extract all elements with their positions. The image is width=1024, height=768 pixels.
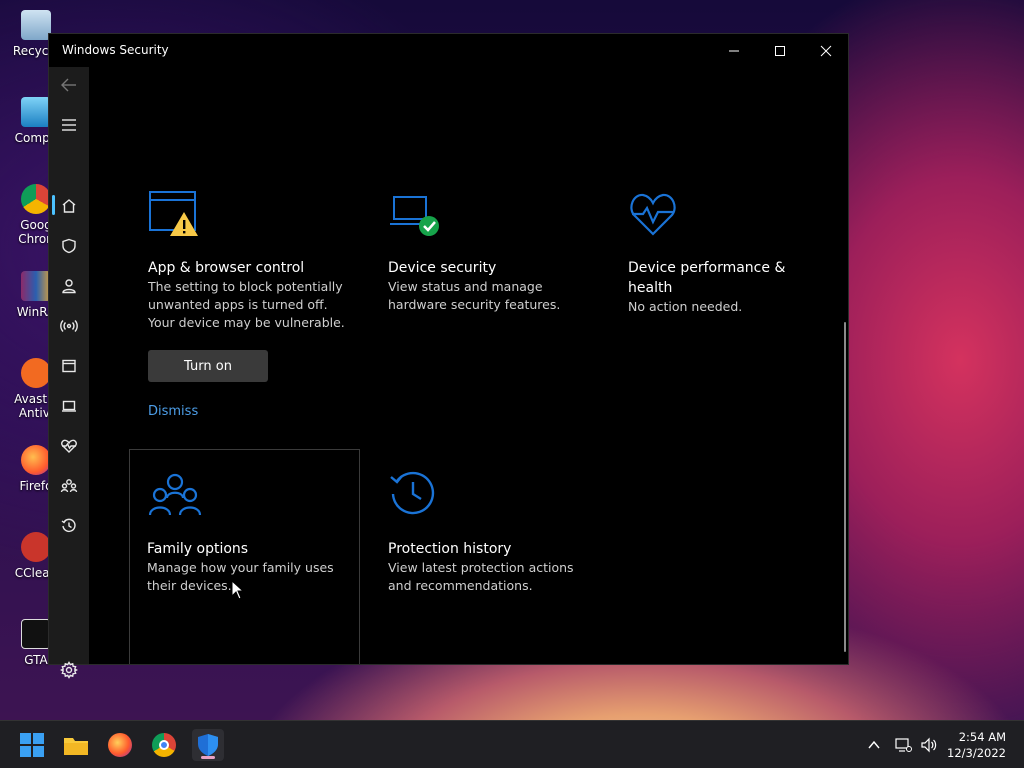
card-title: App & browser control bbox=[148, 260, 305, 276]
turn-on-button[interactable]: Turn on bbox=[148, 350, 268, 382]
taskbar-file-explorer[interactable] bbox=[60, 729, 92, 761]
clock-date: 12/3/2022 bbox=[947, 746, 1006, 760]
family-icon bbox=[148, 473, 202, 516]
heart-pulse-icon bbox=[61, 439, 77, 453]
chrome-icon bbox=[152, 733, 176, 757]
computer-icon bbox=[21, 97, 51, 127]
card-title: Family options bbox=[147, 541, 249, 557]
shield-icon bbox=[198, 734, 218, 756]
wireless-antenna-icon bbox=[60, 320, 78, 332]
maximize-button[interactable] bbox=[757, 34, 803, 67]
dismiss-link[interactable]: Dismiss bbox=[148, 404, 198, 419]
window-title: Windows Security bbox=[62, 43, 169, 57]
card-title: Device performance & health bbox=[628, 260, 786, 296]
nav-item-settings[interactable] bbox=[49, 652, 89, 688]
taskbar-windows-security[interactable] bbox=[192, 729, 224, 761]
desktop-icon-label: GTA bbox=[24, 653, 48, 667]
back-button[interactable] bbox=[49, 67, 89, 103]
taskbar-clock[interactable]: 2:54 AM 12/3/2022 bbox=[947, 729, 1006, 761]
heart-pulse-icon bbox=[630, 193, 676, 236]
laptop-check-icon bbox=[390, 196, 439, 236]
title-bar[interactable]: Windows Security bbox=[49, 34, 848, 67]
home-icon bbox=[62, 199, 76, 213]
history-clock-icon bbox=[61, 518, 76, 532]
mouse-cursor-icon bbox=[231, 580, 245, 600]
gear-icon bbox=[60, 661, 78, 679]
app-window-icon bbox=[62, 359, 76, 373]
card-title: Protection history bbox=[388, 541, 512, 557]
card-device-security[interactable]: Device security View status and manage h… bbox=[370, 67, 600, 447]
maximize-icon bbox=[775, 45, 785, 56]
card-description: Manage how your family uses their device… bbox=[147, 560, 334, 593]
app-window-warning-icon bbox=[149, 191, 198, 236]
chrome-icon bbox=[21, 184, 51, 214]
close-icon bbox=[820, 45, 832, 56]
nav-item-app-browser-control[interactable] bbox=[49, 348, 89, 384]
main-content: App & browser control The setting to blo… bbox=[89, 67, 848, 664]
taskbar-chrome[interactable] bbox=[148, 729, 180, 761]
windows-logo-icon bbox=[20, 733, 44, 757]
nav-item-device-security[interactable] bbox=[49, 388, 89, 424]
taskbar-firefox[interactable] bbox=[104, 729, 136, 761]
active-app-indicator bbox=[201, 756, 215, 759]
nav-item-device-performance[interactable] bbox=[49, 428, 89, 464]
windows-security-window: Windows Security App & browser control T… bbox=[48, 33, 849, 679]
card-description: No action needed. bbox=[628, 299, 743, 314]
back-arrow-icon bbox=[61, 78, 76, 92]
firefox-icon bbox=[108, 733, 132, 757]
minimize-button[interactable] bbox=[711, 34, 757, 67]
clock-time: 2:54 AM bbox=[958, 730, 1006, 744]
card-device-performance[interactable]: Device performance & health No action ne… bbox=[610, 67, 840, 447]
nav-item-protection-history[interactable] bbox=[49, 508, 89, 544]
nav-item-virus-protection[interactable] bbox=[49, 228, 89, 264]
card-family-options[interactable]: Family options Manage how your family us… bbox=[129, 449, 359, 664]
minimize-icon bbox=[729, 50, 739, 51]
avast-icon bbox=[21, 358, 51, 388]
taskbar: 2:54 AM 12/3/2022 bbox=[0, 720, 1024, 768]
card-description: The setting to block potentially unwante… bbox=[148, 279, 345, 330]
gta-icon bbox=[21, 619, 51, 649]
card-protection-history[interactable]: Protection history View latest protectio… bbox=[370, 449, 600, 664]
card-title: Device security bbox=[388, 260, 497, 276]
system-tray bbox=[866, 721, 938, 768]
start-button[interactable] bbox=[16, 729, 48, 761]
vertical-scrollbar[interactable] bbox=[844, 322, 846, 652]
history-clock-icon bbox=[390, 471, 435, 515]
ccleaner-icon bbox=[21, 532, 51, 562]
volume-icon[interactable] bbox=[920, 737, 938, 753]
person-icon bbox=[62, 279, 76, 294]
nav-item-home[interactable] bbox=[49, 188, 89, 224]
card-description: View latest protection actions and recom… bbox=[388, 560, 574, 593]
winrar-icon bbox=[21, 271, 51, 301]
hamburger-menu-button[interactable] bbox=[49, 107, 89, 143]
firefox-icon bbox=[21, 445, 51, 475]
nav-item-family-options[interactable] bbox=[49, 468, 89, 504]
card-description: View status and manage hardware security… bbox=[388, 279, 561, 312]
recycle-bin-icon bbox=[21, 10, 51, 40]
shield-icon bbox=[62, 238, 76, 254]
family-icon bbox=[60, 479, 78, 493]
laptop-icon bbox=[62, 400, 76, 412]
nav-item-firewall[interactable] bbox=[49, 308, 89, 344]
hamburger-icon bbox=[62, 119, 76, 131]
network-icon[interactable] bbox=[894, 737, 912, 753]
chevron-up-icon[interactable] bbox=[866, 737, 882, 753]
navigation-pane bbox=[49, 67, 89, 679]
folder-icon bbox=[64, 738, 88, 755]
close-button[interactable] bbox=[803, 34, 849, 67]
card-app-browser-control[interactable]: App & browser control The setting to blo… bbox=[130, 67, 360, 447]
nav-item-account-protection[interactable] bbox=[49, 268, 89, 304]
